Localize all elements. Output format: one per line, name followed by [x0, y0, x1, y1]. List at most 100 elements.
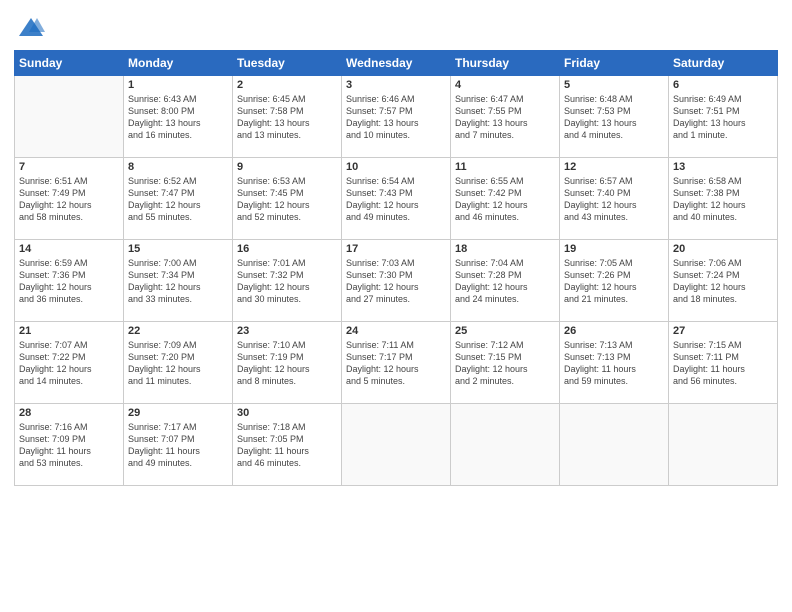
day-info: Sunrise: 6:47 AM Sunset: 7:55 PM Dayligh… — [455, 93, 555, 142]
day-info: Sunrise: 7:09 AM Sunset: 7:20 PM Dayligh… — [128, 339, 228, 388]
day-cell — [15, 76, 124, 158]
day-number: 24 — [346, 325, 446, 337]
day-number: 9 — [237, 161, 337, 173]
day-number: 12 — [564, 161, 664, 173]
day-number: 11 — [455, 161, 555, 173]
day-number: 25 — [455, 325, 555, 337]
day-number: 21 — [19, 325, 119, 337]
page: SundayMondayTuesdayWednesdayThursdayFrid… — [0, 0, 792, 612]
day-number: 28 — [19, 407, 119, 419]
day-info: Sunrise: 6:58 AM Sunset: 7:38 PM Dayligh… — [673, 175, 773, 224]
day-info: Sunrise: 6:57 AM Sunset: 7:40 PM Dayligh… — [564, 175, 664, 224]
logo-icon — [17, 14, 45, 42]
day-number: 4 — [455, 79, 555, 91]
day-cell: 20 Sunrise: 7:06 AM Sunset: 7:24 PM Dayli… — [669, 240, 778, 322]
day-number: 17 — [346, 243, 446, 255]
day-info: Sunrise: 6:53 AM Sunset: 7:45 PM Dayligh… — [237, 175, 337, 224]
logo — [14, 14, 45, 42]
day-cell: 2 Sunrise: 6:45 AM Sunset: 7:58 PM Daylig… — [233, 76, 342, 158]
col-header-tuesday: Tuesday — [233, 51, 342, 76]
day-info: Sunrise: 7:18 AM Sunset: 7:05 PM Dayligh… — [237, 421, 337, 470]
day-cell — [560, 404, 669, 486]
day-info: Sunrise: 7:12 AM Sunset: 7:15 PM Dayligh… — [455, 339, 555, 388]
day-info: Sunrise: 6:54 AM Sunset: 7:43 PM Dayligh… — [346, 175, 446, 224]
day-cell: 29 Sunrise: 7:17 AM Sunset: 7:07 PM Dayli… — [124, 404, 233, 486]
col-header-saturday: Saturday — [669, 51, 778, 76]
day-number: 22 — [128, 325, 228, 337]
day-cell: 18 Sunrise: 7:04 AM Sunset: 7:28 PM Dayli… — [451, 240, 560, 322]
day-info: Sunrise: 7:03 AM Sunset: 7:30 PM Dayligh… — [346, 257, 446, 306]
week-row-3: 14Sunrise: 6:59 AM Sunset: 7:36 PM Dayli… — [15, 240, 778, 322]
day-cell: 5 Sunrise: 6:48 AM Sunset: 7:53 PM Daylig… — [560, 76, 669, 158]
day-number: 20 — [673, 243, 773, 255]
day-number: 1 — [128, 79, 228, 91]
day-info: Sunrise: 6:48 AM Sunset: 7:53 PM Dayligh… — [564, 93, 664, 142]
day-info: Sunrise: 7:13 AM Sunset: 7:13 PM Dayligh… — [564, 339, 664, 388]
day-cell: 6 Sunrise: 6:49 AM Sunset: 7:51 PM Daylig… — [669, 76, 778, 158]
week-row-4: 21 Sunrise: 7:07 AM Sunset: 7:22 PM Dayli… — [15, 322, 778, 404]
day-info: Sunrise: 7:01 AM Sunset: 7:32 PM Dayligh… — [237, 257, 337, 306]
week-row-2: 7Sunrise: 6:51 AM Sunset: 7:49 PM Daylig… — [15, 158, 778, 240]
day-cell — [342, 404, 451, 486]
week-row-5: 28Sunrise: 7:16 AM Sunset: 7:09 PM Dayli… — [15, 404, 778, 486]
day-cell: 30 Sunrise: 7:18 AM Sunset: 7:05 PM Dayli… — [233, 404, 342, 486]
day-cell — [669, 404, 778, 486]
day-info: Sunrise: 6:49 AM Sunset: 7:51 PM Dayligh… — [673, 93, 773, 142]
day-cell: 3Sunrise: 6:46 AM Sunset: 7:57 PM Daylig… — [342, 76, 451, 158]
day-cell: 16 Sunrise: 7:01 AM Sunset: 7:32 PM Dayli… — [233, 240, 342, 322]
day-cell: 14Sunrise: 6:59 AM Sunset: 7:36 PM Dayli… — [15, 240, 124, 322]
day-cell: 12 Sunrise: 6:57 AM Sunset: 7:40 PM Dayli… — [560, 158, 669, 240]
day-number: 5 — [564, 79, 664, 91]
week-row-1: 1 Sunrise: 6:43 AM Sunset: 8:00 PM Daylig… — [15, 76, 778, 158]
calendar-table: SundayMondayTuesdayWednesdayThursdayFrid… — [14, 50, 778, 486]
day-info: Sunrise: 6:52 AM Sunset: 7:47 PM Dayligh… — [128, 175, 228, 224]
day-cell: 13 Sunrise: 6:58 AM Sunset: 7:38 PM Dayli… — [669, 158, 778, 240]
day-number: 19 — [564, 243, 664, 255]
day-number: 15 — [128, 243, 228, 255]
day-info: Sunrise: 6:43 AM Sunset: 8:00 PM Dayligh… — [128, 93, 228, 142]
day-info: Sunrise: 7:07 AM Sunset: 7:22 PM Dayligh… — [19, 339, 119, 388]
day-cell: 11 Sunrise: 6:55 AM Sunset: 7:42 PM Dayli… — [451, 158, 560, 240]
day-cell: 21 Sunrise: 7:07 AM Sunset: 7:22 PM Dayli… — [15, 322, 124, 404]
day-info: Sunrise: 7:06 AM Sunset: 7:24 PM Dayligh… — [673, 257, 773, 306]
day-number: 29 — [128, 407, 228, 419]
day-info: Sunrise: 6:46 AM Sunset: 7:57 PM Dayligh… — [346, 93, 446, 142]
day-cell: 4 Sunrise: 6:47 AM Sunset: 7:55 PM Daylig… — [451, 76, 560, 158]
day-number: 16 — [237, 243, 337, 255]
day-cell: 10Sunrise: 6:54 AM Sunset: 7:43 PM Dayli… — [342, 158, 451, 240]
day-info: Sunrise: 7:10 AM Sunset: 7:19 PM Dayligh… — [237, 339, 337, 388]
day-info: Sunrise: 7:17 AM Sunset: 7:07 PM Dayligh… — [128, 421, 228, 470]
day-number: 30 — [237, 407, 337, 419]
day-number: 23 — [237, 325, 337, 337]
day-number: 2 — [237, 79, 337, 91]
col-header-thursday: Thursday — [451, 51, 560, 76]
day-number: 27 — [673, 325, 773, 337]
day-info: Sunrise: 7:00 AM Sunset: 7:34 PM Dayligh… — [128, 257, 228, 306]
header-row: SundayMondayTuesdayWednesdayThursdayFrid… — [15, 51, 778, 76]
day-info: Sunrise: 6:45 AM Sunset: 7:58 PM Dayligh… — [237, 93, 337, 142]
col-header-friday: Friday — [560, 51, 669, 76]
day-cell: 9 Sunrise: 6:53 AM Sunset: 7:45 PM Daylig… — [233, 158, 342, 240]
day-info: Sunrise: 7:04 AM Sunset: 7:28 PM Dayligh… — [455, 257, 555, 306]
day-cell — [451, 404, 560, 486]
day-number: 8 — [128, 161, 228, 173]
header — [14, 10, 778, 42]
day-cell: 17 Sunrise: 7:03 AM Sunset: 7:30 PM Dayli… — [342, 240, 451, 322]
day-cell: 1 Sunrise: 6:43 AM Sunset: 8:00 PM Daylig… — [124, 76, 233, 158]
day-cell: 7Sunrise: 6:51 AM Sunset: 7:49 PM Daylig… — [15, 158, 124, 240]
day-cell: 26 Sunrise: 7:13 AM Sunset: 7:13 PM Dayli… — [560, 322, 669, 404]
day-number: 6 — [673, 79, 773, 91]
day-cell: 25 Sunrise: 7:12 AM Sunset: 7:15 PM Dayli… — [451, 322, 560, 404]
day-info: Sunrise: 6:55 AM Sunset: 7:42 PM Dayligh… — [455, 175, 555, 224]
day-cell: 28Sunrise: 7:16 AM Sunset: 7:09 PM Dayli… — [15, 404, 124, 486]
day-cell: 24Sunrise: 7:11 AM Sunset: 7:17 PM Dayli… — [342, 322, 451, 404]
col-header-monday: Monday — [124, 51, 233, 76]
day-number: 18 — [455, 243, 555, 255]
col-header-sunday: Sunday — [15, 51, 124, 76]
day-number: 26 — [564, 325, 664, 337]
day-number: 14 — [19, 243, 119, 255]
day-cell: 27Sunrise: 7:15 AM Sunset: 7:11 PM Dayli… — [669, 322, 778, 404]
day-cell: 19Sunrise: 7:05 AM Sunset: 7:26 PM Dayli… — [560, 240, 669, 322]
day-number: 13 — [673, 161, 773, 173]
day-cell: 15 Sunrise: 7:00 AM Sunset: 7:34 PM Dayli… — [124, 240, 233, 322]
